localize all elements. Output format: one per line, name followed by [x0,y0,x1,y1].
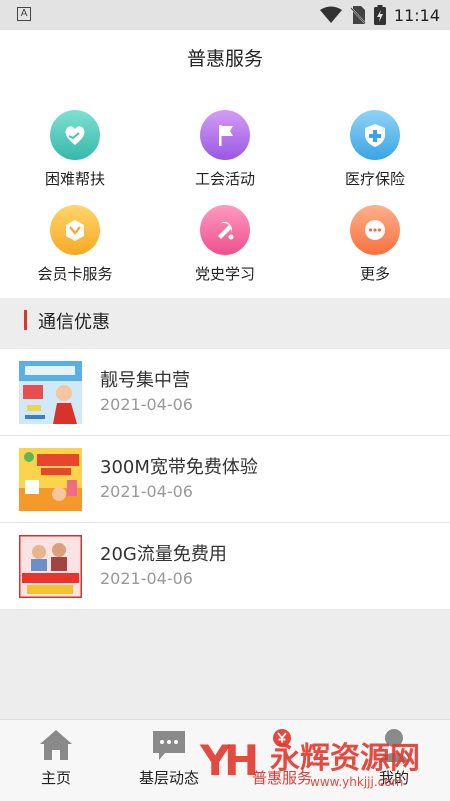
party-emblem-icon [200,205,250,255]
news-date: 2021-04-06 [100,482,193,501]
wifi-icon [319,6,342,23]
watermark-url: www.yhkjjj.com [310,775,404,789]
section-accent-bar [24,310,27,330]
nav-item-home[interactable]: 主页 [0,720,112,801]
heart-hands-icon [50,110,100,160]
list-item[interactable]: 300M宽带免费体验 2021-04-06 [0,436,450,523]
status-bar: A 11:14 [0,0,450,30]
status-time: 11:14 [393,5,440,25]
status-right-group: 11:14 [319,4,440,26]
service-item-medical-insurance[interactable]: 医疗保险 [300,110,450,206]
list-item[interactable]: 靓号集中营 2021-04-06 [0,349,450,436]
news-title: 20G流量免费用 [100,544,227,565]
news-date: 2021-04-06 [100,395,193,414]
medical-shield-icon [350,110,400,160]
news-date: 2021-04-06 [100,569,193,588]
news-list: 靓号集中营 2021-04-06 300M宽带免费体验 2021-04-06 2… [0,349,450,610]
service-label: 会员卡服务 [37,265,113,283]
title-bar: 普惠服务 [0,30,450,82]
page-title: 普惠服务 [186,48,263,70]
service-item-party-history[interactable]: 党史学习 [150,205,300,301]
news-title: 靓号集中营 [100,370,190,391]
service-label: 工会活动 [194,170,255,188]
flag-icon [200,110,250,160]
watermark-brand: 永辉资源网 [270,741,420,776]
section-header: 通信优惠 [0,298,450,342]
service-label: 困难帮扶 [44,170,105,188]
service-label: 更多 [359,265,390,283]
service-label: 党史学习 [194,265,255,283]
notification-badge-icon: A [17,7,31,21]
chat-bubble-icon [153,731,185,760]
service-item-union-activity[interactable]: 工会活动 [150,110,300,206]
member-card-icon [50,205,100,255]
service-label: 医疗保险 [344,170,405,188]
nav-label: 主页 [40,769,71,787]
home-icon [40,730,72,760]
news-title: 300M宽带免费体验 [100,457,258,478]
yellow-promo-thumb [19,448,82,511]
blue-promo-thumb [19,361,82,424]
battery-charging-icon [373,5,386,25]
no-sim-icon [350,6,366,24]
section-title: 通信优惠 [38,312,110,333]
list-item[interactable]: 20G流量免费用 2021-04-06 [0,523,450,610]
service-item-hardship-aid[interactable]: 困难帮扶 [0,110,150,206]
more-dots-icon [350,205,400,255]
service-item-member-card[interactable]: 会员卡服务 [0,205,150,301]
red-promo-thumb [19,535,82,598]
watermark: Y H 永辉资源网 www.yhkjjj.com [198,727,448,795]
service-grid: 困难帮扶 工会活动 医疗保险 会员卡服务 党史学习 更多 [0,82,450,298]
svg-text:H: H [224,736,259,785]
service-item-more[interactable]: 更多 [300,205,450,301]
